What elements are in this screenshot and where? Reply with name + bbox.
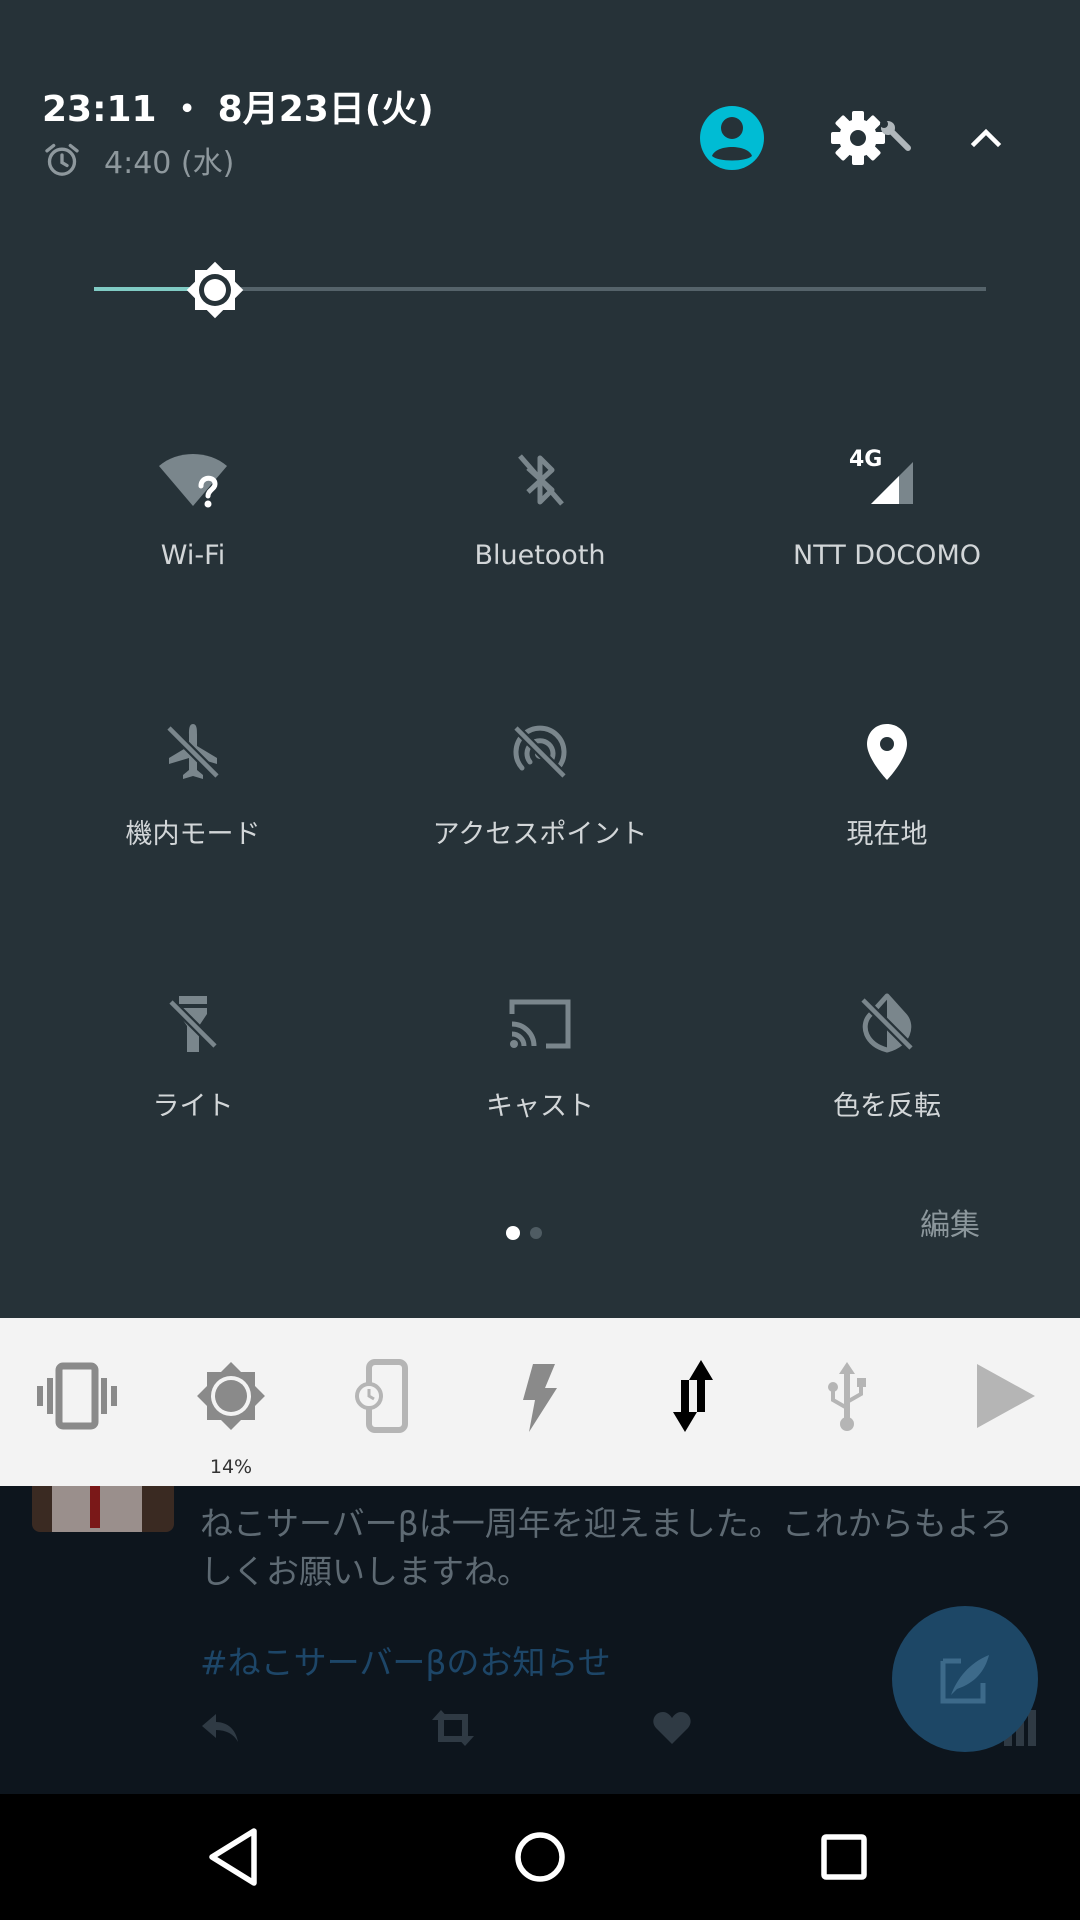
navigation-bar (0, 1794, 1080, 1920)
reply-button[interactable] (198, 1708, 242, 1748)
retweet-icon (432, 1710, 474, 1746)
flash-icon (523, 1364, 557, 1432)
tile-label: NTT DOCOMO (793, 540, 981, 571)
cellular-4g-icon: 4G (847, 440, 927, 520)
tile-mobile-data[interactable]: 4G NTT DOCOMO (714, 440, 1060, 680)
quick-settings-panel: 23:11 ・ 8月23日(火) 4:40 (水) Wi-Fi Bluetoot… (0, 0, 1080, 1318)
power-toggle-strip: 14% (0, 1318, 1080, 1486)
tile-label: ライト (152, 1091, 234, 1122)
like-icon (653, 1712, 691, 1744)
tile-hotspot[interactable]: アクセスポイント (367, 712, 713, 952)
settings-button[interactable] (828, 106, 928, 170)
compose-tweet-icon (940, 1655, 989, 1704)
brightness-thumb[interactable] (180, 255, 250, 325)
settings-gear-wrench-icon (831, 111, 911, 165)
tile-label: アクセスポイント (432, 819, 648, 850)
toggle-flash[interactable] (462, 1318, 616, 1486)
tile-cast[interactable]: キャスト (367, 984, 713, 1224)
toggle-mobile-data[interactable] (616, 1318, 770, 1486)
hotspot-off-icon (500, 712, 580, 792)
brightness-slider[interactable] (94, 250, 986, 330)
tile-invert-colors[interactable]: 色を反転 (714, 984, 1060, 1224)
tile-label: 色を反転 (833, 1091, 941, 1122)
tile-flashlight[interactable]: ライト (20, 984, 366, 1224)
like-button[interactable] (650, 1708, 694, 1748)
reply-icon (202, 1714, 238, 1742)
chevron-up-icon (970, 128, 1002, 148)
compose-tweet-button[interactable] (892, 1606, 1038, 1752)
airplane-off-icon (153, 712, 233, 792)
hashtag-link[interactable]: #ねこサーバーβのお知らせ (200, 1636, 611, 1684)
mobile-data-icon (673, 1360, 713, 1432)
toggle-brightness[interactable]: 14% (154, 1318, 308, 1486)
location-pin-icon (847, 712, 927, 792)
page-dot-active (506, 1226, 520, 1240)
tile-label: 機内モード (125, 819, 261, 850)
user-switcher-button[interactable] (698, 104, 766, 172)
home-icon (515, 1832, 565, 1882)
brightness-icon (186, 261, 244, 319)
tile-label: キャスト (486, 1091, 594, 1122)
brightness-percentage: 14% (209, 1456, 253, 1478)
wifi-unknown-icon (153, 440, 233, 520)
tweet-text: ねこサーバーβは一周年を迎えました。これからもよろしくお願いしますね。 (200, 1504, 1013, 1591)
toggle-vibrate[interactable] (0, 1318, 154, 1486)
vibrate-icon (37, 1362, 117, 1430)
screen-timeout-icon (355, 1359, 408, 1433)
cast-icon (500, 984, 580, 1064)
toggle-media-play[interactable] (924, 1318, 1078, 1486)
play-icon (977, 1364, 1035, 1428)
alarm-clock-icon (45, 143, 79, 176)
tweet-media-thumbnail[interactable] (32, 1486, 174, 1532)
toggle-usb[interactable] (770, 1318, 924, 1486)
tile-location[interactable]: 現在地 (714, 712, 1060, 952)
home-button[interactable] (500, 1817, 580, 1897)
tile-label: Wi-Fi (160, 540, 226, 571)
account-circle-icon (700, 106, 764, 170)
retweet-button[interactable] (428, 1708, 478, 1748)
toggle-screen-timeout[interactable] (308, 1318, 462, 1486)
recents-icon (821, 1834, 867, 1880)
usb-icon (828, 1362, 866, 1431)
tile-airplane-mode[interactable]: 機内モード (20, 712, 366, 952)
invert-colors-off-icon (847, 984, 927, 1064)
page-dot (530, 1227, 542, 1239)
next-alarm-time: 4:40 (水) (104, 146, 235, 181)
edit-button[interactable]: 編集 (920, 1200, 980, 1244)
tile-wifi[interactable]: Wi-Fi (20, 440, 366, 680)
next-alarm[interactable]: 4:40 (水) (42, 138, 234, 182)
brightness-icon (197, 1362, 265, 1430)
page-indicator[interactable] (506, 1226, 546, 1240)
flashlight-off-icon (153, 984, 233, 1064)
tile-label: Bluetooth (474, 540, 606, 571)
collapse-button[interactable] (962, 114, 1010, 162)
bluetooth-off-icon (500, 440, 580, 520)
clock-date[interactable]: 23:11 ・ 8月23日(火) (42, 80, 434, 132)
tile-label: 現在地 (846, 819, 928, 850)
network-type: 4G (849, 447, 882, 472)
tile-bluetooth[interactable]: Bluetooth (367, 440, 713, 680)
back-icon (209, 1828, 257, 1886)
back-button[interactable] (196, 1817, 276, 1897)
background-app-timeline: ねこサーバーβは一周年を迎えました。これからもよろしくお願いしますね。 #ねこサ… (0, 1486, 1080, 1794)
recents-button[interactable] (804, 1817, 884, 1897)
